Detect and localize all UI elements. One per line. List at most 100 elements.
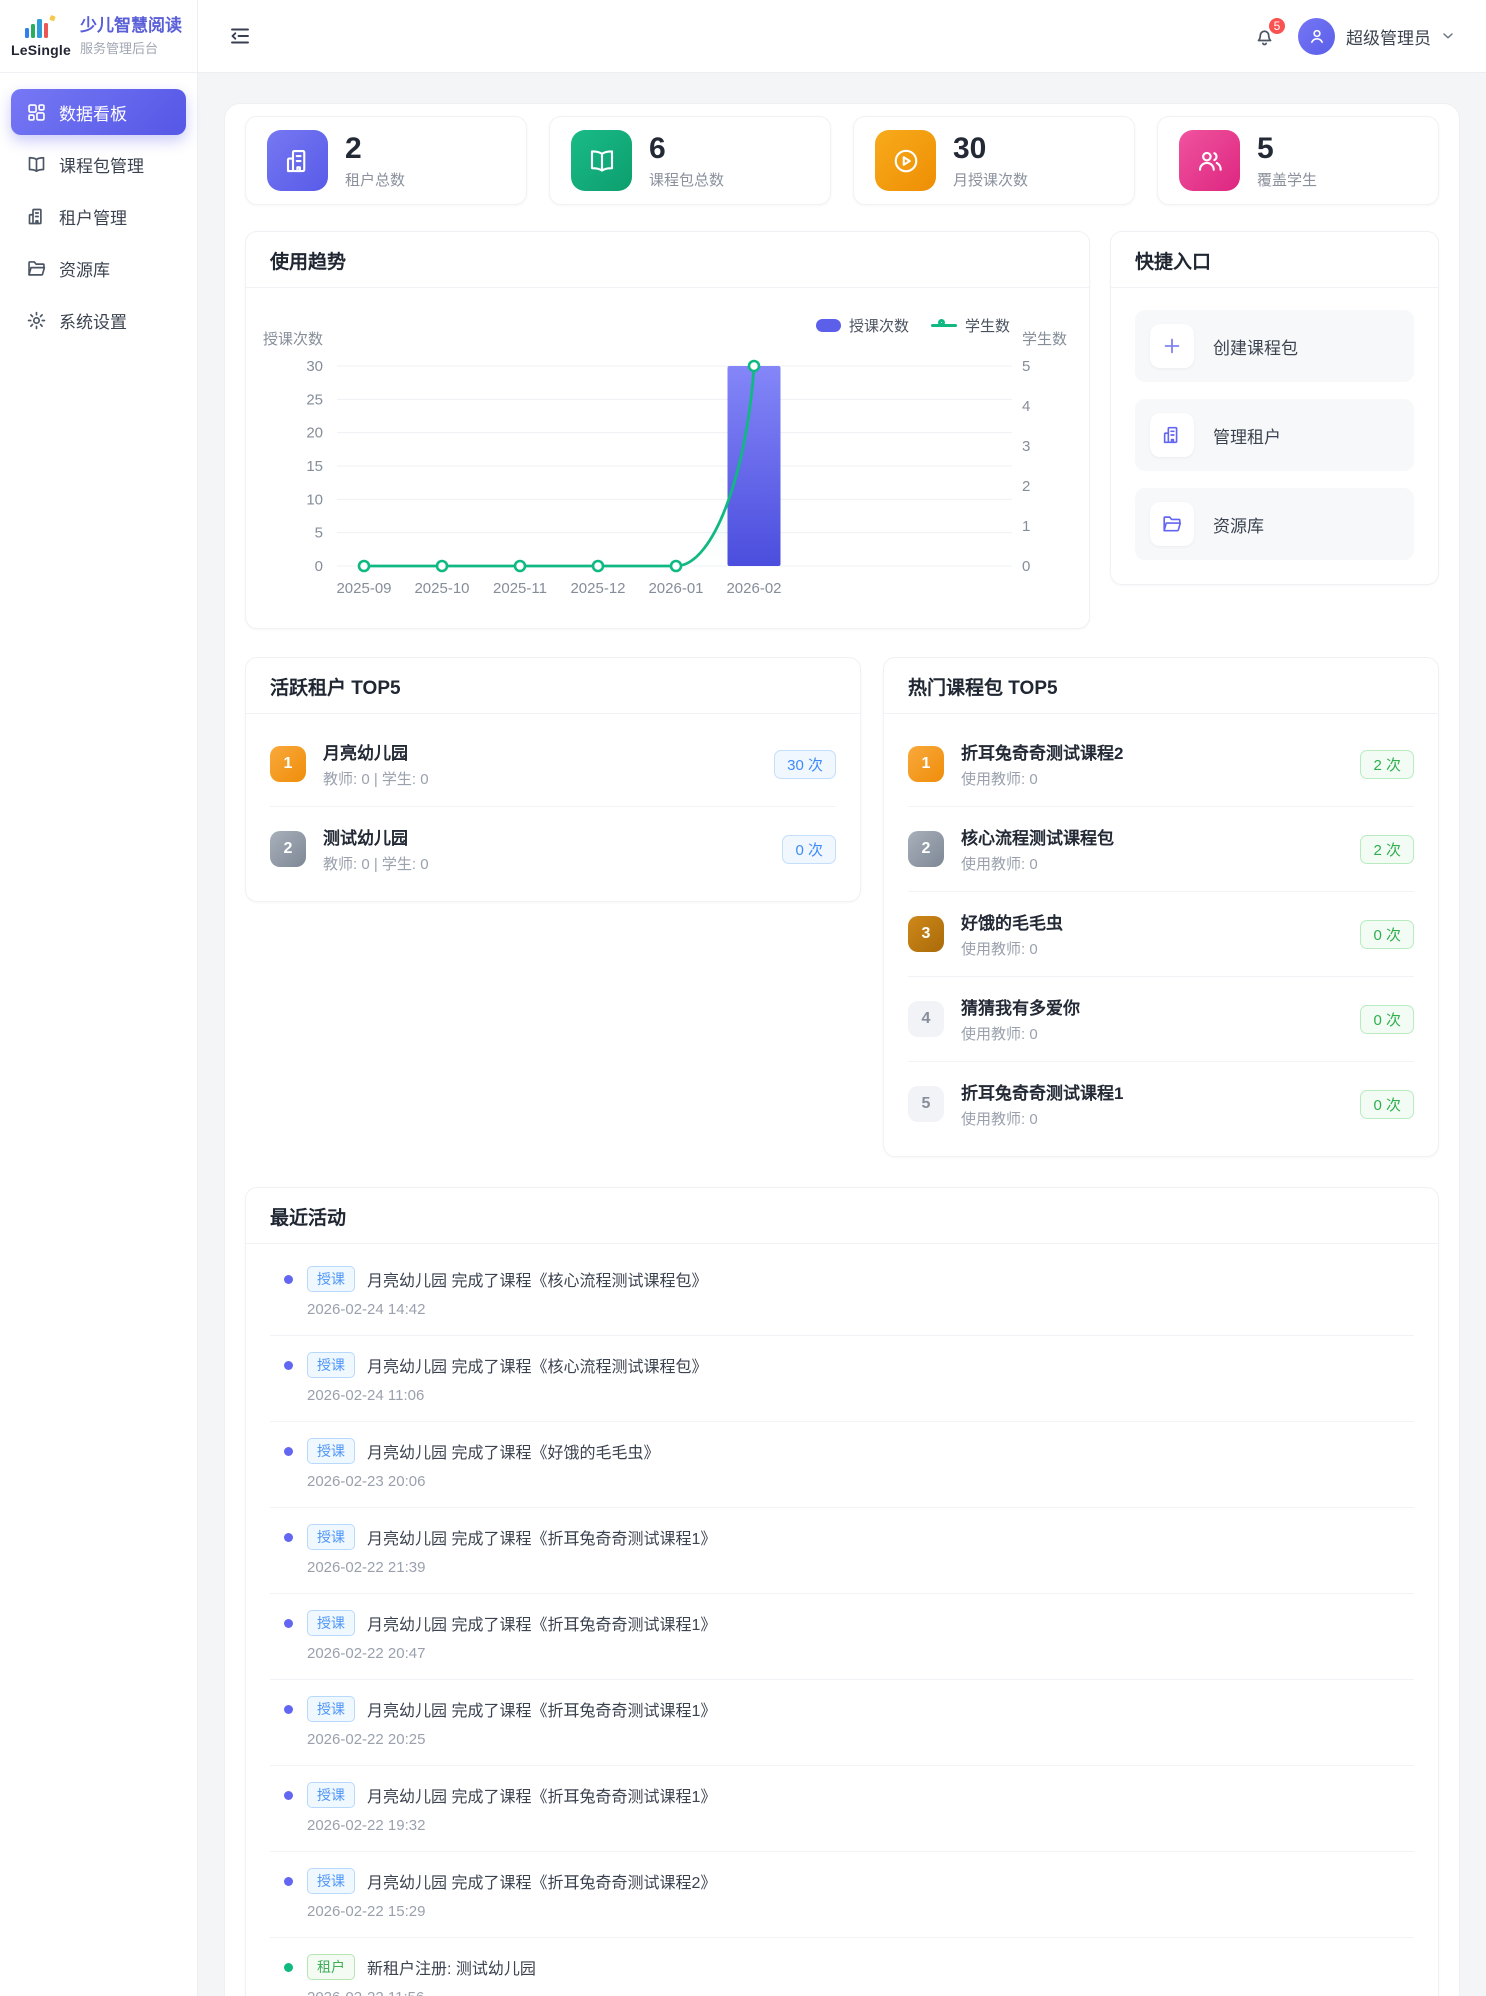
top5-row: 活跃租户 TOP5 1 月亮幼儿园 教师: 0 | 学生: 0 30 次 [245,657,1439,1157]
activity-dot [284,1275,293,1284]
recent-activity-card: 最近活动 授课 月亮幼儿园 完成了课程《核心流程测试课程包》 2026-02-2… [245,1187,1439,1996]
brand-block: 少儿智慧阅读 服务管理后台 [80,15,182,57]
quick-entry-manage-tenants[interactable]: 管理租户 [1135,399,1414,471]
activity-item: 授课 月亮幼儿园 完成了课程《折耳兔奇奇测试课程1》 2026-02-22 20… [270,1594,1414,1680]
activity-text: 月亮幼儿园 完成了课程《折耳兔奇奇测试课程1》 [367,1697,716,1721]
brand-title: 少儿智慧阅读 [80,15,182,36]
stat-value: 2 [345,132,405,165]
sidebar: LeSingle 少儿智慧阅读 服务管理后台 数据看板 [0,0,198,1996]
activity-item: 授课 月亮幼儿园 完成了课程《折耳兔奇奇测试课程1》 2026-02-22 20… [270,1680,1414,1766]
dashboard-panel: 2 租户总数 6 课程包总数 [224,103,1460,1996]
sidebar-item-label: 系统设置 [59,308,127,333]
quick-entry-resources[interactable]: 资源库 [1135,488,1414,560]
svg-text:5: 5 [1022,358,1030,375]
sidebar-header: LeSingle 少儿智慧阅读 服务管理后台 [0,0,197,73]
activity-dot [284,1361,293,1370]
activity-type-badge: 租户 [307,1954,355,1980]
activity-time: 2026-02-22 11:56 [307,1989,1414,1996]
activity-item: 授课 月亮幼儿园 完成了课程《折耳兔奇奇测试课程1》 2026-02-22 19… [270,1766,1414,1852]
stat-label: 租户总数 [345,169,405,190]
svg-text:2025-10: 2025-10 [414,580,469,597]
quick-entry-list: 创建课程包 管理租户 [1111,288,1438,584]
activity-text: 月亮幼儿园 完成了课程《折耳兔奇奇测试课程2》 [367,1869,716,1893]
activity-type-badge: 授课 [307,1438,355,1464]
legend-line-marker [931,319,957,332]
activity-type-badge: 授课 [307,1352,355,1378]
legend-bar-marker [816,319,841,332]
stat-card-monthly-sessions: 30 月授课次数 [853,116,1135,205]
list-item: 2 测试幼儿园 教师: 0 | 学生: 0 0 次 [270,807,836,891]
rank-badge: 1 [908,746,944,782]
usage-trend-chart: 051015202530012345授课次数学生数2025-092025-102… [246,288,1089,629]
app-root: LeSingle 少儿智慧阅读 服务管理后台 数据看板 [0,0,1486,1996]
sidebar-item-resources[interactable]: 资源库 [11,245,186,291]
quick-entry-label: 管理租户 [1213,423,1281,448]
course-name: 核心流程测试课程包 [961,824,1360,849]
activity-dot [284,1705,293,1714]
svg-text:1: 1 [1022,518,1030,535]
course-sub: 使用教师: 0 [961,938,1360,959]
list-item: 4 猜猜我有多爱你 使用教师: 0 0 次 [908,977,1414,1062]
activity-time: 2026-02-22 15:29 [307,1903,1414,1920]
legend-item-sessions[interactable]: 授课次数 [816,315,909,336]
rank-badge: 3 [908,916,944,952]
chevron-down-icon[interactable] [1440,28,1456,44]
users-icon [1179,130,1240,191]
usage-count-badge: 2 次 [1360,750,1414,779]
card-title: 快捷入口 [1135,252,1211,273]
avatar[interactable] [1298,18,1335,55]
logo-text: LeSingle [11,42,71,58]
course-sub: 使用教师: 0 [961,1108,1360,1129]
activity-text: 月亮幼儿园 完成了课程《核心流程测试课程包》 [367,1353,707,1377]
activity-time: 2026-02-22 20:25 [307,1731,1414,1748]
plus-icon [1150,324,1194,368]
activity-item: 租户 新租户注册: 测试幼儿园 2026-02-22 11:56 [270,1938,1414,1996]
activity-dot [284,1877,293,1886]
brand-subtitle: 服务管理后台 [80,38,182,57]
sidebar-collapse-icon[interactable] [228,24,252,48]
activity-type-badge: 授课 [307,1524,355,1550]
logo-bars-icon [22,15,60,41]
building-icon [267,130,328,191]
activity-time: 2026-02-23 20:06 [307,1473,1414,1490]
person-icon [1307,26,1327,46]
rank-badge: 2 [908,831,944,867]
activity-dot [284,1447,293,1456]
svg-text:3: 3 [1022,438,1030,455]
sidebar-item-dashboard[interactable]: 数据看板 [11,89,186,135]
sidebar-item-course-packages[interactable]: 课程包管理 [11,141,186,187]
active-tenants-card: 活跃租户 TOP5 1 月亮幼儿园 教师: 0 | 学生: 0 30 次 [245,657,861,902]
activity-item: 授课 月亮幼儿园 完成了课程《核心流程测试课程包》 2026-02-24 11:… [270,1336,1414,1422]
quick-entry-create-package[interactable]: 创建课程包 [1135,310,1414,382]
svg-text:30: 30 [306,358,323,375]
username[interactable]: 超级管理员 [1346,24,1431,49]
course-name: 猜猜我有多爱你 [961,994,1360,1019]
svg-text:2025-09: 2025-09 [336,580,391,597]
card-title: 活跃租户 TOP5 [270,678,401,699]
usage-count-badge: 0 次 [1360,1005,1414,1034]
usage-count-badge: 2 次 [1360,835,1414,864]
building-icon [25,205,47,227]
sidebar-menu: 数据看板 课程包管理 租户管理 [0,73,197,365]
recent-activity-list: 授课 月亮幼儿园 完成了课程《核心流程测试课程包》 2026-02-24 14:… [246,1244,1438,1996]
card-title: 使用趋势 [270,252,346,273]
sidebar-item-settings[interactable]: 系统设置 [11,297,186,343]
rank-badge: 1 [270,746,306,782]
svg-text:2026-02: 2026-02 [726,580,781,597]
svg-text:15: 15 [306,458,323,475]
activity-dot [284,1533,293,1542]
activity-dot [284,1619,293,1628]
rank-badge: 5 [908,1086,944,1122]
svg-text:5: 5 [315,525,323,542]
notifications-button[interactable]: 5 [1253,25,1276,48]
quick-entry-label: 创建课程包 [1213,334,1298,359]
sidebar-item-tenants[interactable]: 租户管理 [11,193,186,239]
activity-type-badge: 授课 [307,1610,355,1636]
dashboard-icon [25,101,47,123]
rank-badge: 4 [908,1001,944,1037]
brand-logo: LeSingle [12,15,70,58]
stat-value: 30 [953,132,1028,165]
activity-text: 新租户注册: 测试幼儿园 [367,1955,536,1979]
list-item: 3 好饿的毛毛虫 使用教师: 0 0 次 [908,892,1414,977]
legend-item-students[interactable]: 学生数 [931,315,1010,336]
